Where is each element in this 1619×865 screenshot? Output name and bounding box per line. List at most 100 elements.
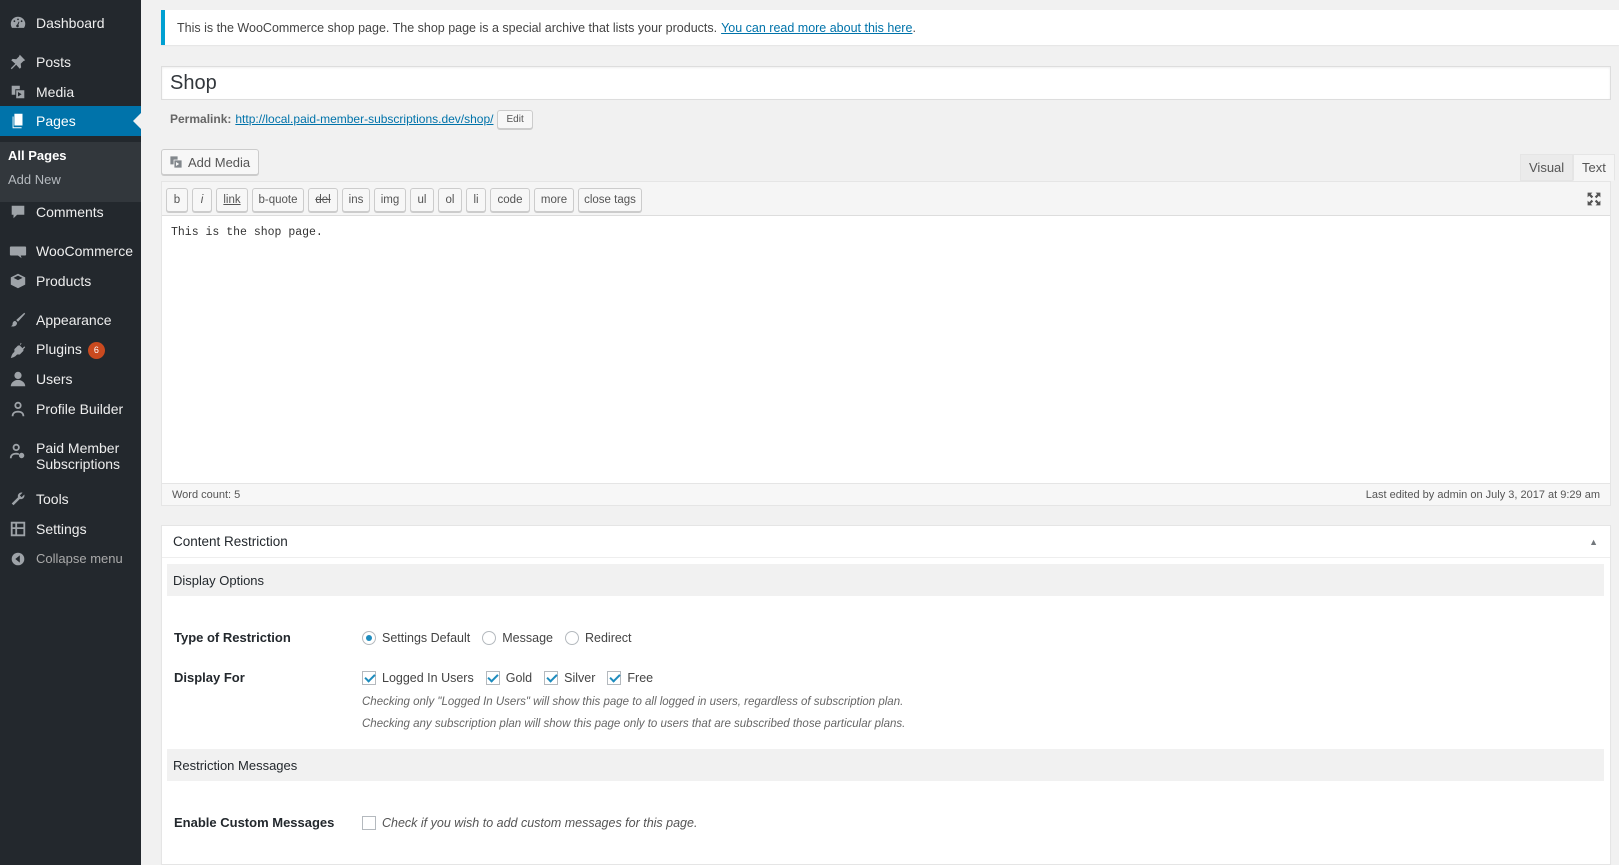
word-count: Word count: 5 [172, 488, 241, 501]
sidebar-item-users[interactable]: Users [0, 364, 141, 394]
post-title-input[interactable] [161, 66, 1611, 100]
metabox-header[interactable]: Content Restriction ▲ [162, 526, 1610, 558]
qt-italic-button[interactable]: i [192, 188, 212, 212]
sidebar-item-settings[interactable]: Settings [0, 514, 141, 544]
radio-redirect[interactable]: Redirect [564, 631, 632, 645]
custom-messages-option[interactable]: Check if you wish to add custom messages… [362, 816, 697, 830]
qt-del-button[interactable]: del [308, 188, 338, 212]
radio-settings-default[interactable]: Settings Default [362, 631, 470, 645]
profile-icon [0, 400, 36, 418]
permalink-url[interactable]: http://local.paid-member-subscriptions.d… [235, 112, 493, 126]
sidebar-item-pages[interactable]: Pages [0, 106, 141, 136]
wrench-icon [0, 490, 36, 508]
checkbox[interactable] [362, 671, 376, 685]
radio-message[interactable]: Message [482, 631, 553, 645]
qt-ul-button[interactable]: ul [410, 188, 434, 212]
enable-custom-messages-checkbox[interactable] [362, 816, 376, 830]
products-icon [0, 272, 36, 290]
notice-read-more-link[interactable]: You can read more about this here [721, 21, 912, 35]
sidebar-item-comments[interactable]: Comments [0, 197, 141, 227]
qt-bold-button[interactable]: b [166, 188, 188, 212]
media-icon [0, 83, 36, 101]
admin-sidebar: Dashboard Posts Media Pages All Pages Ad… [0, 0, 141, 865]
permalink-edit-button[interactable]: Edit [497, 109, 533, 129]
toggle-arrow-icon[interactable]: ▲ [1589, 537, 1598, 547]
collapse-icon [0, 550, 36, 568]
enable-custom-messages-label: Enable Custom Messages [174, 815, 335, 830]
sidebar-item-label: Settings [36, 521, 87, 537]
radio-button[interactable] [482, 631, 497, 645]
pages-submenu: All Pages Add New [0, 142, 141, 202]
checkbox-gold[interactable]: Gold [485, 671, 532, 685]
sidebar-item-paid-member-subscriptions[interactable]: Paid Member Subscriptions [0, 440, 141, 474]
quicktags-toolbar: b i link b-quote del ins img ul ol li co… [162, 182, 1610, 216]
plugins-update-badge: 6 [87, 341, 105, 359]
brush-icon [0, 311, 36, 329]
sidebar-collapse-menu[interactable]: Collapse menu [0, 544, 141, 574]
sidebar-item-label: Dashboard [36, 15, 105, 31]
comment-icon [0, 203, 36, 221]
qt-link-button[interactable]: link [216, 188, 248, 212]
sidebar-item-label: Paid Member Subscriptions [36, 440, 121, 472]
checkbox-silver[interactable]: Silver [544, 671, 595, 685]
sidebar-item-woocommerce[interactable]: WooCommerce [0, 236, 141, 266]
display-for-description-2: Checking any subscription plan will show… [362, 718, 906, 730]
sidebar-item-label: Plugins 6 [36, 341, 105, 359]
qt-ol-button[interactable]: ol [438, 188, 462, 212]
member-icon [0, 440, 36, 460]
pin-icon [0, 53, 36, 71]
qt-close-tags-button[interactable]: close tags [578, 188, 642, 212]
display-options-heading: Display Options [167, 564, 1604, 596]
checkbox[interactable] [485, 671, 500, 685]
dashboard-icon [0, 14, 36, 32]
sidebar-item-label: Comments [36, 204, 104, 220]
sidebar-item-dashboard[interactable]: Dashboard [0, 8, 141, 38]
checkbox-logged-in-users[interactable]: Logged In Users [362, 671, 474, 685]
qt-ins-button[interactable]: ins [342, 188, 370, 212]
sidebar-item-label: Appearance [36, 312, 112, 328]
content-restriction-metabox: Content Restriction ▲ Display Options Ty… [161, 525, 1611, 865]
checkbox[interactable] [544, 671, 559, 685]
plugin-icon [0, 341, 36, 359]
last-edited: Last edited by admin on July 3, 2017 at … [1365, 488, 1600, 501]
sidebar-item-plugins[interactable]: Plugins 6 [0, 335, 141, 365]
tab-text[interactable]: Text [1573, 154, 1615, 181]
add-media-button[interactable]: Add Media [161, 149, 260, 175]
pages-icon [0, 112, 36, 130]
fullscreen-icon[interactable] [1586, 191, 1602, 207]
display-for-description-1: Checking only "Logged In Users" will sho… [362, 696, 904, 708]
sidebar-item-tools[interactable]: Tools [0, 484, 141, 514]
radio-button[interactable] [362, 631, 376, 645]
sidebar-item-posts[interactable]: Posts [0, 47, 141, 77]
qt-img-button[interactable]: img [374, 188, 406, 212]
qt-more-button[interactable]: more [534, 188, 574, 212]
add-media-icon [170, 156, 182, 168]
custom-messages-text: Check if you wish to add custom messages… [382, 816, 698, 830]
submenu-all-pages[interactable]: All Pages [8, 148, 67, 163]
permalink-label: Permalink: [170, 112, 232, 126]
restriction-type-options: Settings Default Message Redirect [362, 631, 644, 645]
sidebar-item-label: Posts [36, 54, 72, 70]
sidebar-item-products[interactable]: Products [0, 266, 141, 296]
qt-bquote-button[interactable]: b-quote [252, 188, 304, 212]
editor-status-bar: Word count: 5 Last edited by admin on Ju… [162, 483, 1610, 505]
sidebar-item-appearance[interactable]: Appearance [0, 305, 141, 335]
sidebar-item-profile-builder[interactable]: Profile Builder [0, 394, 141, 424]
woocommerce-icon [0, 242, 36, 260]
qt-li-button[interactable]: li [466, 188, 486, 212]
display-for-options: Logged In Users Gold Silver Free [362, 671, 665, 685]
tab-visual[interactable]: Visual [1520, 154, 1574, 181]
radio-button[interactable] [564, 631, 579, 645]
checkbox-free[interactable]: Free [607, 671, 653, 685]
content-textarea[interactable] [162, 216, 1610, 466]
qt-code-button[interactable]: code [490, 188, 530, 212]
sidebar-item-media[interactable]: Media [0, 77, 141, 107]
display-for-label: Display For [174, 670, 245, 685]
sidebar-item-label: Products [36, 273, 92, 289]
sidebar-item-label: Tools [36, 491, 69, 507]
sidebar-item-label: Profile Builder [36, 401, 124, 417]
sidebar-item-label: Users [36, 371, 73, 387]
submenu-add-new[interactable]: Add New [8, 172, 61, 187]
checkbox[interactable] [607, 671, 622, 685]
notice-text: This is the WooCommerce shop page. The s… [177, 20, 718, 35]
